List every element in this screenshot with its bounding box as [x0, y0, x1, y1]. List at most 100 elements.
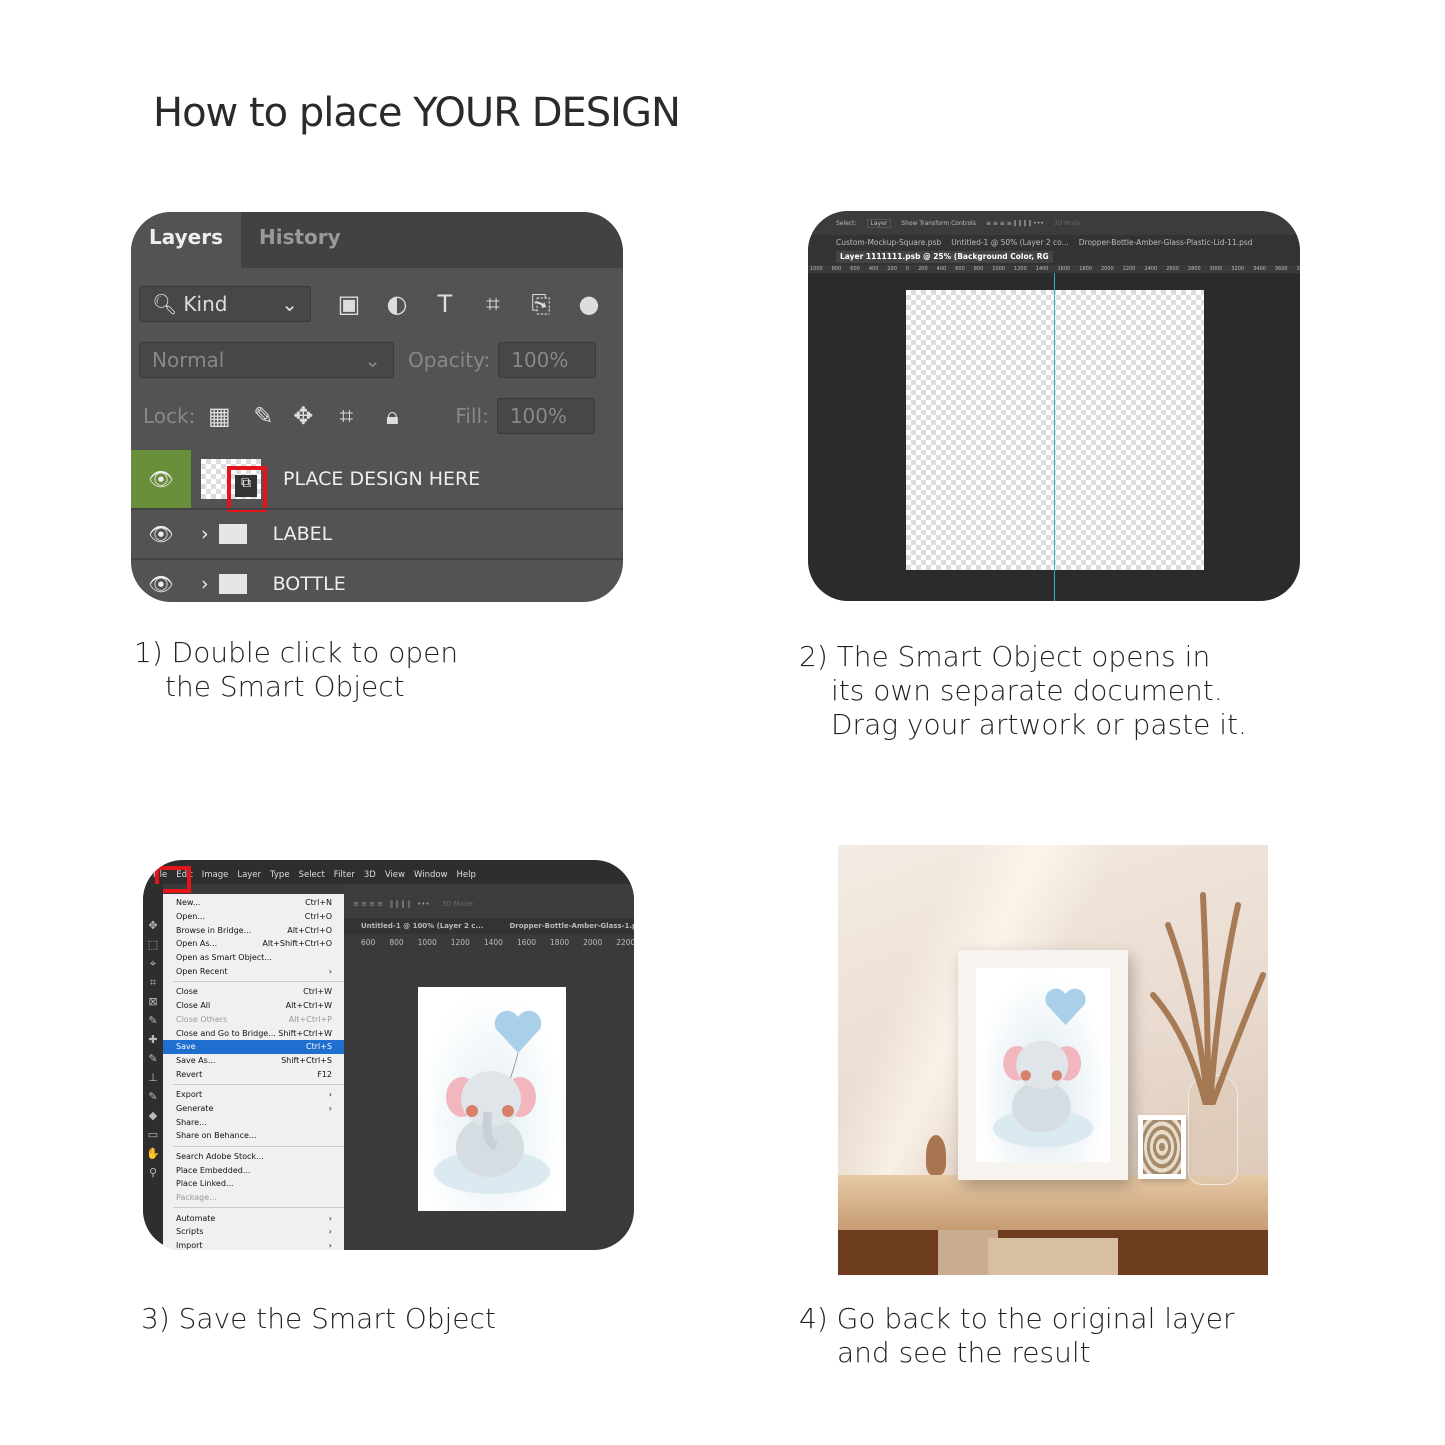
layer-place-design-here[interactable]: 👁︎ ⧉ PLACE DESIGN HERE — [131, 450, 623, 512]
blend-mode-select[interactable]: Normal ⌄ — [139, 342, 394, 378]
layer-name: LABEL — [272, 523, 333, 545]
menu-item[interactable]: Automate › — [163, 1211, 344, 1225]
ruler-tick-label: 1200 — [1014, 266, 1027, 272]
caption-line: 2) The Smart Object opens in — [799, 640, 1211, 673]
visibility-eye-icon[interactable]: 👁︎ — [131, 560, 191, 602]
doc-tab[interactable]: Untitled-1 @ 100% (Layer 2 c... — [361, 922, 483, 930]
menu-item[interactable]: Search Adobe Stock... — [163, 1150, 344, 1164]
expand-chevron-icon[interactable]: › — [201, 573, 209, 595]
layer-label[interactable]: 👁︎ › LABEL — [131, 508, 623, 558]
ruler-tick-label: 2000 — [1100, 266, 1114, 272]
menu-item[interactable]: Save Ctrl+S — [163, 1039, 344, 1054]
caption-step-2: 2) The Smart Object opens in its own sepa… — [799, 640, 1247, 742]
tools-bar: ✥ ⬚ ⌖ ⌗ ⊠ ✎ ✚ ✎ ⊥ ✎ ◆ ▭ ✋ ⚲ — [143, 884, 163, 1250]
tab-history[interactable]: History — [241, 212, 359, 268]
menu-item[interactable]: Open As... Alt+Shift+Ctrl+O — [163, 937, 344, 951]
align-icons[interactable]: ≡ ≡ ≡ ≡ ‖ ‖ ‖ ‖ ••• — [986, 220, 1044, 227]
menu-separator — [173, 1207, 344, 1209]
ruler-tick-label: 2200 — [1122, 266, 1136, 272]
menu-item[interactable]: Browse in Bridge... Alt+Ctrl+O — [163, 923, 344, 937]
layers-panel-screenshot: Layers History 🔍︎ Kind ⌄ ▣ ◐ T ⌗ ⎘ ● Norma… — [131, 212, 623, 602]
menu-bar-item[interactable]: Image — [202, 870, 229, 880]
menu-item-shortcut: Alt+Ctrl+O — [287, 925, 332, 935]
menu-item[interactable]: Scripts › — [163, 1225, 344, 1239]
menu-bar-item[interactable]: View — [385, 870, 405, 880]
menu-item-label: Open... — [176, 912, 205, 922]
menu-item-shortcut: Shift+Ctrl+S — [281, 1055, 332, 1065]
doc-tab[interactable]: Dropper-Bottle-Amber-Glass-1.psd — [509, 922, 634, 930]
align-icons[interactable]: ≡ ≡ ≡ ≡ ‖ ‖ ‖ ‖ ••• — [353, 900, 430, 908]
menu-bar-item[interactable]: Help — [457, 870, 476, 880]
shape-filter-icon[interactable]: ⌗ — [469, 290, 517, 318]
menu-item[interactable]: Import › — [163, 1239, 344, 1250]
expand-chevron-icon[interactable]: › — [201, 523, 209, 545]
guide-line — [1054, 273, 1055, 601]
ruler-tick-label: 3600 — [1274, 266, 1288, 272]
menu-separator — [173, 981, 344, 983]
menu-item-shortcut: Ctrl+N — [305, 898, 332, 908]
lock-position-icon[interactable]: ✥ — [283, 402, 323, 430]
tab-layers[interactable]: Layers — [131, 212, 241, 268]
menu-bar-item[interactable]: Type — [270, 870, 290, 880]
menu-item-label: Save As... — [176, 1055, 216, 1065]
doc-tab-active[interactable]: Layer 1111111.psb @ 25% (Background Colo… — [836, 251, 1053, 263]
menu-item[interactable]: Generate › — [163, 1102, 344, 1116]
visibility-eye-icon[interactable]: 👁︎ — [131, 450, 191, 508]
menu-item[interactable]: Open Recent › — [163, 964, 344, 978]
menu-item[interactable]: Close All Alt+Ctrl+W — [163, 999, 344, 1013]
show-transform-controls-checkbox[interactable]: Show Transform Controls — [901, 220, 976, 227]
visibility-eye-icon[interactable]: 👁︎ — [131, 510, 191, 558]
smart-object-filter-icon[interactable]: ⎘ — [517, 290, 565, 318]
menu-item[interactable]: Open... Ctrl+O — [163, 910, 344, 924]
filter-toggle-icon[interactable]: ● — [565, 290, 613, 318]
select-dropdown[interactable]: Layer — [866, 218, 892, 228]
menu-item[interactable]: Export › — [163, 1088, 344, 1102]
filter-kind-select[interactable]: 🔍︎ Kind ⌄ — [139, 286, 311, 322]
caption-line: 4) Go back to the original layer — [799, 1302, 1235, 1335]
type-filter-icon[interactable]: T — [421, 290, 469, 318]
transparent-canvas[interactable] — [906, 290, 1204, 570]
menu-bar-item[interactable]: 3D — [364, 870, 376, 880]
lock-artboard-icon[interactable]: ⌗ — [323, 402, 369, 430]
ruler-tick-label: 3400 — [1253, 266, 1266, 272]
menu-item[interactable]: Save As... Shift+Ctrl+S — [163, 1054, 344, 1068]
menu-item[interactable]: Place Linked... — [163, 1177, 344, 1191]
ruler-tick-label: 200 — [918, 266, 928, 272]
menu-separator — [173, 1083, 344, 1085]
opacity-field[interactable]: 100% — [498, 342, 597, 378]
image-filter-icon[interactable]: ▣ — [325, 290, 373, 318]
doc-tab[interactable]: Custom-Mockup-Square.psb — [836, 237, 941, 249]
menu-bar-item[interactable]: Filter — [334, 870, 355, 880]
menu-separator — [173, 1145, 344, 1147]
doc-tab[interactable]: Untitled-1 @ 50% (Layer 2 co... — [951, 237, 1069, 249]
lock-all-icon[interactable]: 🔒︎ — [369, 402, 415, 430]
ruler-tick-label: 3200 — [1231, 266, 1245, 272]
menu-item-label: Browse in Bridge... — [176, 925, 252, 935]
folder-icon — [218, 574, 247, 594]
menu-bar-item[interactable]: Select — [299, 870, 325, 880]
menu-item[interactable]: Share... — [163, 1115, 344, 1129]
menu-item[interactable]: Close Others Alt+Ctrl+P — [163, 1013, 344, 1027]
menu-item[interactable]: Share on Behance... — [163, 1129, 344, 1143]
menu-item[interactable]: Package... — [163, 1191, 344, 1205]
menu-item-shortcut: › — [328, 966, 332, 976]
menu-bar-item[interactable]: Window — [414, 870, 448, 880]
lock-transparent-icon[interactable]: ▦ — [195, 402, 243, 430]
menu-item[interactable]: Place Embedded... — [163, 1163, 344, 1177]
menu-bar-item[interactable]: Layer — [237, 870, 261, 880]
fill-field[interactable]: 100% — [496, 398, 595, 434]
menu-item-shortcut: › — [328, 1103, 332, 1113]
menu-item[interactable]: Open as Smart Object... — [163, 951, 344, 965]
layer-bottle[interactable]: 👁︎ › BOTTLE — [131, 558, 623, 602]
blend-mode-value: Normal — [152, 348, 225, 372]
menu-item[interactable]: New... Ctrl+N — [163, 896, 344, 910]
doc-tab[interactable]: Dropper-Bottle-Amber-Glass-Plastic-Lid-1… — [1079, 237, 1253, 249]
select-label: Select: — [836, 219, 857, 227]
menu-item[interactable]: Close Ctrl+W — [163, 985, 344, 999]
menu-item[interactable]: Close and Go to Bridge... Shift+Ctrl+W — [163, 1026, 344, 1040]
lock-paint-icon[interactable]: ✎ — [243, 402, 283, 430]
adjustment-filter-icon[interactable]: ◐ — [373, 290, 421, 318]
menu-item[interactable]: Revert F12 — [163, 1067, 344, 1081]
ruler-tick-label: 2600 — [1166, 266, 1179, 272]
menu-item-label: Automate — [176, 1213, 216, 1223]
